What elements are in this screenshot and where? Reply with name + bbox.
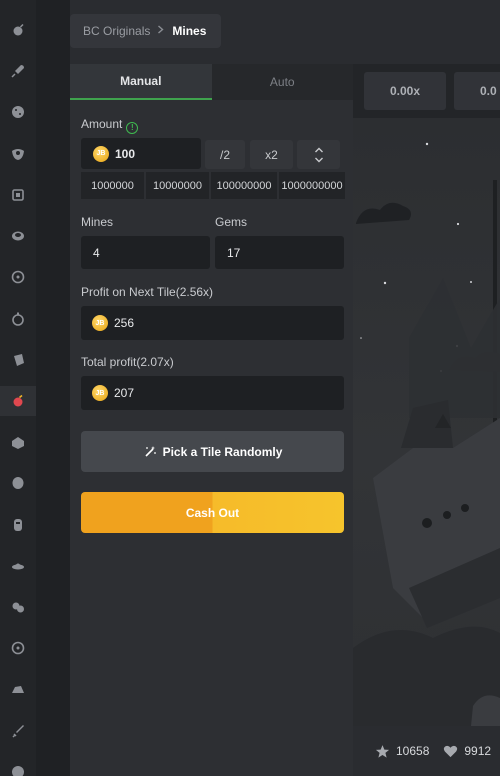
rocket-icon bbox=[11, 65, 24, 78]
breadcrumb: BC Originals Mines bbox=[70, 14, 221, 48]
bet-panel: Manual Auto Amount! JB 100 /2 x2 1000000… bbox=[70, 64, 353, 776]
pick-random-tile-button[interactable]: Pick a Tile Randomly bbox=[81, 431, 344, 472]
sidebar-item-plinko[interactable] bbox=[0, 428, 36, 458]
sidebar-item-hand[interactable] bbox=[0, 345, 36, 375]
plinko-icon bbox=[12, 437, 24, 449]
sidebar-item-ufo[interactable] bbox=[0, 551, 36, 581]
quick-amount-2[interactable]: 10000000 bbox=[146, 172, 209, 199]
game-board: 0.00x 0.0 10658 9912 bbox=[353, 64, 500, 776]
star-icon bbox=[375, 744, 390, 758]
sidebar-item-mines[interactable] bbox=[0, 386, 36, 416]
sidebar-item-coin-flip[interactable] bbox=[0, 221, 36, 251]
breadcrumb-bc-originals[interactable]: BC Originals bbox=[83, 24, 150, 38]
gems-value: 17 bbox=[227, 245, 241, 260]
hat-icon bbox=[12, 686, 24, 693]
mines-icon bbox=[13, 394, 23, 407]
sidebar-item-square[interactable] bbox=[0, 180, 36, 210]
mines-select[interactable]: 4 bbox=[81, 236, 210, 269]
limbo-icon bbox=[12, 312, 24, 326]
ufo-icon bbox=[12, 563, 24, 570]
sidebar-item-egg[interactable] bbox=[0, 468, 36, 498]
pirate-scene-background bbox=[353, 118, 500, 726]
mode-tabs: Manual Auto bbox=[70, 64, 353, 100]
game-sidebar bbox=[0, 0, 36, 776]
sidebar-item-crash[interactable] bbox=[0, 139, 36, 169]
tab-manual[interactable]: Manual bbox=[70, 64, 212, 100]
coins-icon bbox=[12, 602, 24, 613]
sidebar-item-bomb[interactable] bbox=[0, 15, 36, 45]
chevron-right-icon bbox=[157, 25, 164, 37]
total-profit-field: JB 207 bbox=[81, 376, 344, 410]
favorites-stat[interactable]: 10658 bbox=[375, 744, 429, 759]
sidebar-item-dice[interactable] bbox=[0, 97, 36, 127]
gems-label: Gems bbox=[215, 215, 248, 229]
amount-input[interactable]: JB 100 bbox=[81, 138, 201, 169]
hand-icon bbox=[14, 354, 24, 366]
mines-label: Mines bbox=[81, 215, 114, 229]
quick-amount-1[interactable]: 1000000 bbox=[81, 172, 144, 199]
gems-field: 17 bbox=[215, 236, 344, 269]
dice-icon bbox=[12, 106, 24, 118]
cash-out-label: Cash Out bbox=[185, 505, 240, 520]
sidebar-item-mask[interactable] bbox=[0, 510, 36, 540]
amount-label-text: Amount bbox=[81, 117, 123, 131]
magic-wand-icon bbox=[145, 445, 156, 457]
profit-next-label: Profit on Next Tile(2.56x) bbox=[81, 285, 214, 299]
sidebar-item-rocket[interactable] bbox=[0, 56, 36, 86]
mask-icon bbox=[14, 519, 22, 531]
pick-random-tile-label: Pick a Tile Randomly bbox=[162, 444, 283, 459]
game-stats-bar: 10658 9912 bbox=[353, 726, 500, 776]
heart-icon bbox=[444, 745, 458, 757]
pirate-ship-illustration bbox=[353, 142, 500, 726]
total-profit-value: 207 bbox=[114, 386, 135, 400]
coin-icon: JB bbox=[92, 385, 108, 401]
quick-amount-3[interactable]: 100000000 bbox=[211, 172, 277, 199]
sidebar-item-sword[interactable] bbox=[0, 716, 36, 746]
sidebar-item-wheel[interactable] bbox=[0, 262, 36, 292]
quick-amount-4[interactable]: 1000000000 bbox=[279, 172, 345, 199]
likes-count: 9912 bbox=[464, 744, 492, 758]
sword-icon bbox=[12, 725, 24, 738]
mines-value: 4 bbox=[93, 245, 100, 260]
profit-next-value: 256 bbox=[114, 316, 135, 330]
sidebar-item-limbo[interactable] bbox=[0, 304, 36, 334]
coin-icon: JB bbox=[93, 145, 109, 162]
wheel-icon bbox=[11, 270, 25, 284]
square-icon bbox=[12, 189, 24, 201]
coin-icon: JB bbox=[92, 315, 108, 331]
favorites-count: 10658 bbox=[396, 744, 430, 758]
amount-label: Amount! bbox=[81, 117, 139, 134]
likes-stat[interactable]: 9912 bbox=[443, 744, 491, 759]
amount-value: 100 bbox=[115, 146, 136, 161]
double-amount-button[interactable]: x2 bbox=[250, 140, 293, 169]
compass-icon bbox=[11, 641, 25, 655]
info-icon[interactable]: ! bbox=[126, 121, 139, 134]
egg-icon bbox=[12, 477, 24, 489]
half-amount-button[interactable]: /2 bbox=[205, 140, 245, 169]
amount-range-button[interactable] bbox=[297, 140, 340, 169]
cash-out-button[interactable]: Cash Out bbox=[81, 492, 344, 533]
multiplier-chip: 0.00x bbox=[364, 72, 446, 110]
multiplier-chip: 0.0 bbox=[454, 72, 500, 110]
tab-auto[interactable]: Auto bbox=[211, 64, 353, 100]
crash-icon bbox=[12, 149, 24, 160]
expand-arrows-icon bbox=[314, 147, 323, 162]
sidebar-item-circle[interactable] bbox=[0, 757, 36, 776]
sidebar-gap bbox=[36, 0, 70, 776]
coin-flip-icon bbox=[12, 231, 24, 241]
total-profit-label: Total profit(2.07x) bbox=[81, 355, 174, 369]
sidebar-item-coins[interactable] bbox=[0, 592, 36, 622]
breadcrumb-mines: Mines bbox=[172, 24, 207, 38]
bomb-icon bbox=[13, 23, 24, 36]
circle-icon bbox=[12, 766, 24, 776]
sidebar-item-compass[interactable] bbox=[0, 633, 36, 663]
sidebar-item-hat[interactable] bbox=[0, 675, 36, 705]
profit-next-field: JB 256 bbox=[81, 306, 344, 340]
